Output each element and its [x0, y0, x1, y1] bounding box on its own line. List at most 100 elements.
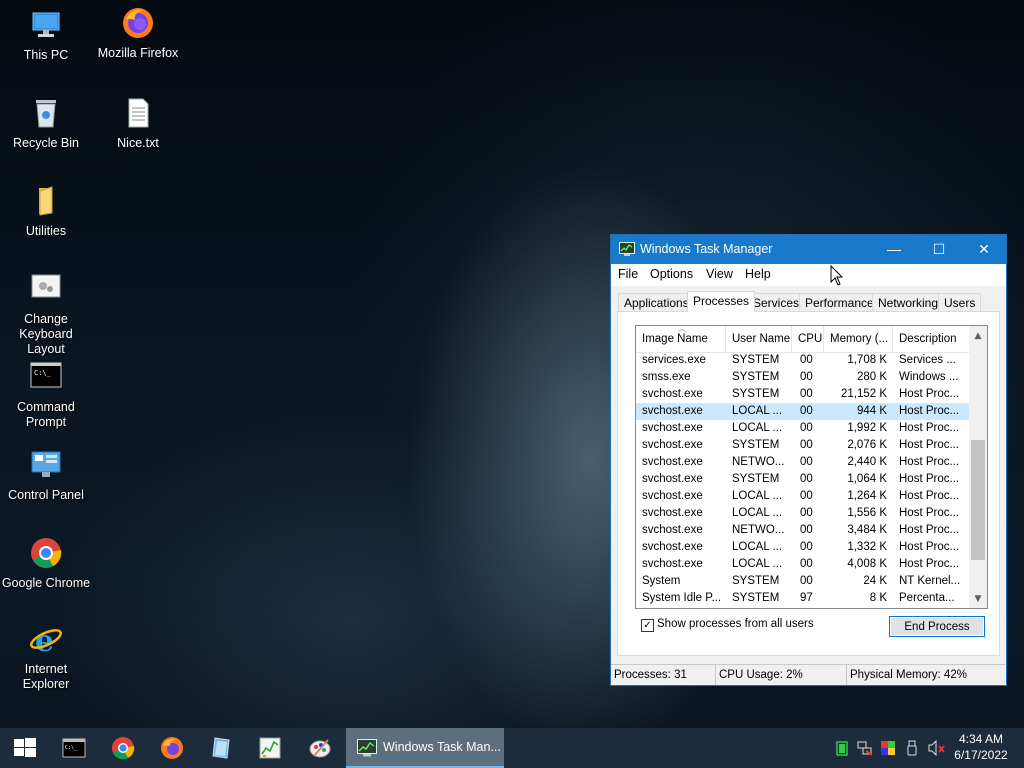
process-description: Percenta... [899, 592, 955, 604]
tab-applications[interactable]: Applications [618, 293, 695, 311]
table-row[interactable]: svchost.exe NETWO... 00 3,484 K Host Proc... [636, 522, 969, 539]
battery-icon[interactable] [834, 740, 850, 756]
process-description: Host Proc... [899, 558, 960, 570]
paint-icon[interactable] [308, 736, 332, 760]
start-icon[interactable] [13, 736, 37, 760]
sort-ascending-icon: ︿ [678, 326, 686, 333]
volume-muted-icon[interactable] [928, 739, 945, 757]
process-image-name: svchost.exe [642, 541, 703, 553]
desktop-icon-command-prompt[interactable]: C:\_ Command Prompt [0, 360, 92, 430]
clock-time: 4:34 AM [958, 732, 1004, 746]
desktop-icon-internet-explorer[interactable]: e Internet Explorer [0, 622, 92, 692]
table-row[interactable]: svchost.exe SYSTEM 00 21,152 K Host Proc... [636, 386, 969, 403]
table-row[interactable]: svchost.exe NETWO... 00 2,440 K Host Proc... [636, 454, 969, 471]
desktop-icon-nice-txt[interactable]: Nice.txt [92, 96, 184, 151]
column-header-cpu[interactable]: CPU [792, 326, 824, 352]
table-row[interactable]: svchost.exe LOCAL ... 00 4,008 K Host Proc..… [636, 556, 969, 573]
column-header-image-name[interactable]: ︿ Image Name [636, 326, 726, 352]
process-description: Host Proc... [899, 456, 960, 468]
desktop-icon-utilities[interactable]: Utilities [0, 184, 92, 239]
process-memory: 8 K [869, 592, 887, 604]
minimize-button[interactable]: — [871, 235, 917, 264]
process-memory: 1,992 K [847, 422, 887, 434]
notepad-icon[interactable] [209, 736, 233, 760]
keyboard-layout-icon [29, 272, 63, 306]
taskmgr-chart-icon[interactable] [258, 736, 282, 760]
process-user-name: SYSTEM [732, 592, 780, 604]
process-user-name: LOCAL ... [732, 541, 783, 553]
process-image-name: svchost.exe [642, 456, 703, 468]
process-memory: 1,708 K [847, 354, 887, 366]
column-header-user-name[interactable]: User Name [726, 326, 792, 352]
desktop-icon-label: Control Panel [8, 488, 84, 502]
tab-performance[interactable]: Performance [799, 293, 880, 311]
usb-icon[interactable] [904, 740, 920, 756]
desktop-icon-label: Command Prompt [17, 400, 75, 429]
menu-help[interactable]: Help [745, 267, 771, 281]
title-bar[interactable]: Windows Task Manager — ☐ ✕ [611, 235, 1006, 264]
taskbar-task-manager-button[interactable]: Windows Task Man... [346, 728, 504, 768]
desktop-icon-firefox[interactable]: Mozilla Firefox [92, 6, 184, 61]
desktop-icon-control-panel[interactable]: Control Panel [0, 448, 92, 503]
column-header-memory[interactable]: Memory (... [824, 326, 893, 352]
desktop-icon-label: Change Keyboard Layout [19, 312, 73, 356]
process-list[interactable]: ︿ Image Name User Name CPU Memory (... D… [635, 325, 988, 609]
menu-options[interactable]: Options [650, 267, 693, 281]
process-user-name: SYSTEM [732, 354, 780, 366]
desktop-icon-google-chrome[interactable]: Google Chrome [0, 536, 92, 591]
process-description: Host Proc... [899, 541, 960, 553]
tab-processes[interactable]: Processes [687, 291, 756, 312]
process-description: Host Proc... [899, 405, 960, 417]
table-row[interactable]: System Idle P... SYSTEM 97 8 K Percenta... [636, 590, 969, 607]
desktop-icon-this-pc[interactable]: This PC [0, 8, 92, 63]
tab-services[interactable]: Services [747, 293, 806, 311]
process-image-name: svchost.exe [642, 388, 703, 400]
table-row[interactable]: svchost.exe LOCAL ... 00 1,264 K Host Proc..… [636, 488, 969, 505]
table-row[interactable]: svchost.exe LOCAL ... 00 1,556 K Host Proc..… [636, 505, 969, 522]
table-row[interactable]: svchost.exe LOCAL ... 00 944 K Host Proc... [636, 403, 969, 420]
menu-view[interactable]: View [706, 267, 733, 281]
table-row[interactable]: services.exe SYSTEM 00 1,708 K Services ... [636, 352, 969, 369]
table-row[interactable]: svchost.exe SYSTEM 00 2,076 K Host Proc... [636, 437, 969, 454]
process-user-name: NETWO... [732, 524, 785, 536]
taskbar: C:\_ Windows Task Man... 4:34 AM 6/17/20… [0, 728, 1024, 768]
status-physical-memory: Physical Memory: 42% [847, 664, 1006, 685]
process-image-name: services.exe [642, 354, 706, 366]
process-cpu: 00 [800, 575, 813, 587]
network-icon[interactable] [857, 740, 873, 756]
table-row[interactable]: svchost.exe SYSTEM 00 1,064 K Host Proc... [636, 471, 969, 488]
tab-networking[interactable]: Networking [872, 293, 945, 311]
process-cpu: 00 [800, 405, 813, 417]
column-header-description[interactable]: Description [893, 326, 969, 352]
tab-users[interactable]: Users [938, 293, 982, 311]
firefox-icon[interactable] [160, 736, 184, 760]
process-description: Host Proc... [899, 473, 960, 485]
color-icon[interactable] [880, 740, 896, 756]
process-image-name: svchost.exe [642, 473, 703, 485]
table-row[interactable]: smss.exe SYSTEM 00 280 K Windows ... [636, 369, 969, 386]
desktop-icon-change-keyboard-layout[interactable]: Change Keyboard Layout [0, 272, 92, 357]
desktop-icon-recycle-bin[interactable]: Recycle Bin [0, 96, 92, 151]
process-user-name: SYSTEM [732, 473, 780, 485]
scroll-down-icon[interactable]: ▼ [969, 591, 987, 608]
menu-file[interactable]: File [618, 267, 638, 281]
desktop-icon-label: Internet Explorer [22, 662, 70, 691]
vertical-scrollbar[interactable]: ▲ ▼ [969, 326, 987, 608]
process-cpu: 00 [800, 371, 813, 383]
desktop-icon-label: Nice.txt [117, 136, 159, 150]
scrollbar-thumb[interactable] [971, 440, 985, 560]
end-process-button[interactable]: End Process [889, 616, 985, 637]
chrome-icon[interactable] [111, 736, 135, 760]
folder-icon [29, 184, 63, 218]
task-manager-window[interactable]: Windows Task Manager — ☐ ✕ File Options … [610, 234, 1007, 686]
scroll-up-icon[interactable]: ▲ [969, 328, 987, 345]
system-clock[interactable]: 4:34 AM 6/17/2022 [946, 731, 1016, 763]
process-description: Windows ... [899, 371, 959, 383]
table-row[interactable]: svchost.exe LOCAL ... 00 1,992 K Host Proc..… [636, 420, 969, 437]
table-row[interactable]: System SYSTEM 00 24 K NT Kernel... [636, 573, 969, 590]
maximize-button[interactable]: ☐ [916, 235, 962, 264]
checkbox-checked-icon[interactable]: ✓ [641, 619, 654, 632]
cmd-icon[interactable]: C:\_ [62, 736, 86, 760]
table-row[interactable]: svchost.exe LOCAL ... 00 1,332 K Host Proc..… [636, 539, 969, 556]
close-button[interactable]: ✕ [961, 235, 1007, 264]
